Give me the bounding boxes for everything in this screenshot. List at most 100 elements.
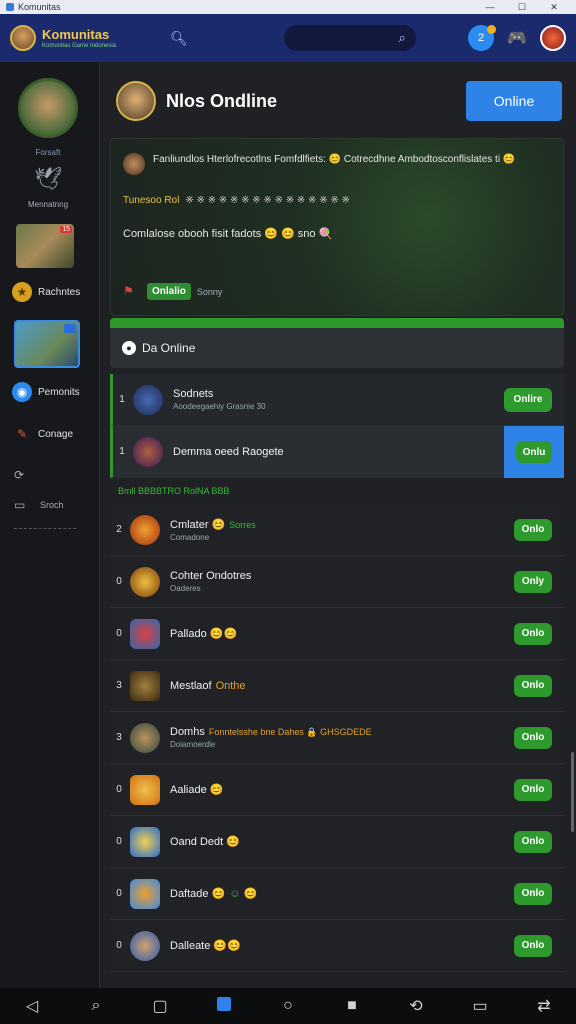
user-avatar[interactable]	[133, 436, 163, 467]
list-item[interactable]: 1 Demma oeed Raogete Onlu	[110, 426, 564, 478]
cast-icon[interactable]: ⇄	[529, 996, 559, 1016]
square-icon[interactable]: ▢	[145, 996, 175, 1016]
user-avatar[interactable]	[130, 722, 160, 753]
page-title: Nlos Ondline	[166, 90, 278, 111]
rank-number: 3	[116, 732, 122, 743]
home-icon[interactable]: ○	[273, 997, 303, 1015]
online-button[interactable]: Online	[466, 81, 562, 121]
list-item[interactable]: 3 Domhs Fonntelsshe bne Dahes 🔒 GHSGDEDE …	[110, 712, 564, 764]
user-name: Domhs	[170, 726, 205, 738]
user-avatar[interactable]	[133, 384, 163, 415]
list-item[interactable]: 0 Aaliade 😊 Onlo	[110, 764, 564, 816]
game-controller-icon[interactable]: 🎮	[504, 25, 530, 51]
sidebar: Forsaft 🕊 Mennatnng 15 ★ Rachntes ◉ Pemo…	[0, 62, 100, 988]
sidebar-game-thumbnail[interactable]: 15	[16, 224, 74, 268]
rank-number: 0	[116, 836, 122, 847]
list-item[interactable]: 0 Oand Dedt 😊 Onlo	[110, 816, 564, 868]
window-title: Komunitas	[18, 2, 61, 12]
featured-post[interactable]: Fanliundlos Hterlofrecotlns Fomfdlfiets:…	[110, 138, 564, 316]
online-button[interactable]: Onlo	[514, 518, 552, 541]
user-avatar[interactable]	[130, 670, 160, 701]
post-author-avatar[interactable]	[123, 153, 145, 175]
sidebar-item-label: Mennatnng	[27, 200, 69, 209]
maximize-icon[interactable]: ☐	[506, 2, 538, 13]
scrollbar[interactable]	[571, 752, 574, 832]
sidebar-item-connect[interactable]: ✎ Conage	[12, 424, 73, 444]
sidebar-item-history[interactable]: ⟳	[14, 468, 32, 482]
user-avatar[interactable]	[130, 566, 160, 597]
user-avatar[interactable]	[130, 774, 160, 805]
post-text: Fanliundlos Hterlofrecotlns Fomfdlfiets:…	[153, 154, 516, 165]
user-avatar[interactable]	[130, 618, 160, 649]
user-tag: Fonntelsshe bne Dahes 🔒 GHSGDEDE	[208, 727, 372, 737]
user-tag: ☺ 😊	[229, 888, 258, 900]
sidebar-item-rewards[interactable]: ★ Rachntes	[12, 282, 80, 302]
user-avatar[interactable]	[130, 878, 160, 909]
search-icon[interactable]: 🔍︎	[170, 30, 188, 47]
post-comment: Comlalose obooh fisit fadots 😊 😊 sno 🍭	[123, 228, 333, 240]
sidebar-profile-avatar[interactable]	[18, 78, 78, 138]
user-avatar[interactable]	[130, 826, 160, 857]
section-accent-bar	[110, 318, 564, 328]
search-icon[interactable]: ⌕	[81, 997, 111, 1015]
user-name: Oand Dedt 😊	[170, 836, 240, 848]
rank-number: 1	[119, 394, 125, 405]
window-titlebar: Komunitas — ☐ ✕	[0, 0, 576, 14]
app-icon	[6, 3, 14, 11]
rank-number: 2	[116, 524, 122, 535]
user-avatar[interactable]	[130, 930, 160, 961]
trophy-icon: ★	[12, 282, 32, 302]
rotate-icon[interactable]: ⟲	[401, 996, 431, 1016]
community-avatar[interactable]	[116, 81, 156, 121]
online-button[interactable]: Onlu	[516, 441, 552, 463]
section-header[interactable]: ● Da Online	[110, 328, 564, 368]
notification-badge[interactable]: 2	[468, 25, 496, 51]
online-button[interactable]: Onlo	[514, 830, 552, 853]
user-tag: Sorres	[229, 519, 256, 530]
user-status: Comadone	[170, 532, 210, 542]
clock-icon: ●	[122, 341, 136, 355]
list-item[interactable]: 3 Mestlaof Onthe Onlo	[110, 660, 564, 712]
list-item[interactable]: 1 Sodnets Aoodeegaehiy Grasnie 30 Onlire	[110, 374, 564, 426]
sidebar-item-label: Conage	[38, 428, 74, 440]
online-button[interactable]: Onlo	[514, 726, 552, 749]
online-button-highlight[interactable]: Onlu	[504, 426, 564, 478]
online-button[interactable]: Onlire	[504, 387, 552, 412]
recents-icon[interactable]: ■	[337, 997, 367, 1015]
user-avatar[interactable]	[540, 25, 566, 51]
user-status: Doiamoerdle	[170, 740, 216, 749]
minimize-icon[interactable]: —	[474, 2, 506, 12]
online-button[interactable]: Onlo	[514, 934, 552, 957]
list-item[interactable]: 0 Pallado 😊😊 Onlo	[110, 608, 564, 660]
rank-number: 0	[116, 888, 122, 899]
divider	[14, 528, 76, 529]
chip-note: Sonny	[196, 286, 223, 297]
app-switch-icon[interactable]	[209, 996, 239, 1016]
post-tag-highlight: Tunesoo Rol	[123, 195, 180, 206]
screen-icon[interactable]: ▭	[465, 996, 495, 1016]
sidebar-item-search[interactable]: ▭ Sroch	[14, 498, 64, 512]
logo-avatar[interactable]	[10, 25, 36, 51]
list-item[interactable]: 0 Cohter Ondotres Oaderes Only	[110, 556, 564, 608]
sidebar-game-thumbnail[interactable]	[14, 320, 80, 368]
list-item[interactable]: 2 Cmlater 😊 Sorres Comadone Onlo	[110, 504, 564, 556]
user-avatar[interactable]	[130, 514, 160, 545]
online-button[interactable]: Onlo	[514, 778, 552, 801]
online-chip[interactable]: Onlalio	[147, 283, 191, 300]
close-icon[interactable]: ✕	[538, 2, 570, 13]
bird-icon[interactable]: 🕊	[34, 166, 62, 192]
back-icon[interactable]: ◁	[17, 996, 47, 1016]
online-button[interactable]: Onlo	[514, 882, 552, 905]
user-name: Sodnets	[173, 388, 214, 400]
clock-icon: ⟳	[14, 468, 25, 482]
app-header: Komunitas Komunitas Game Indonesia 🔍︎ ⌕ …	[0, 14, 576, 62]
online-button[interactable]: Onlo	[514, 622, 552, 645]
user-name: Cohter Ondotres	[170, 570, 252, 582]
list-item[interactable]: 0 Daftade 😊 ☺ 😊 Onlo	[110, 868, 564, 920]
online-button[interactable]: Only	[514, 570, 552, 593]
sidebar-item-moments[interactable]: ◉ Pemonits	[12, 382, 80, 402]
search-input[interactable]: ⌕	[283, 25, 416, 51]
list-item[interactable]: 0 Dalleate 😊😊 Onlo	[110, 920, 564, 972]
online-button[interactable]: Onlo	[514, 674, 552, 697]
app-logo[interactable]: Komunitas Komunitas Game Indonesia	[42, 28, 116, 49]
